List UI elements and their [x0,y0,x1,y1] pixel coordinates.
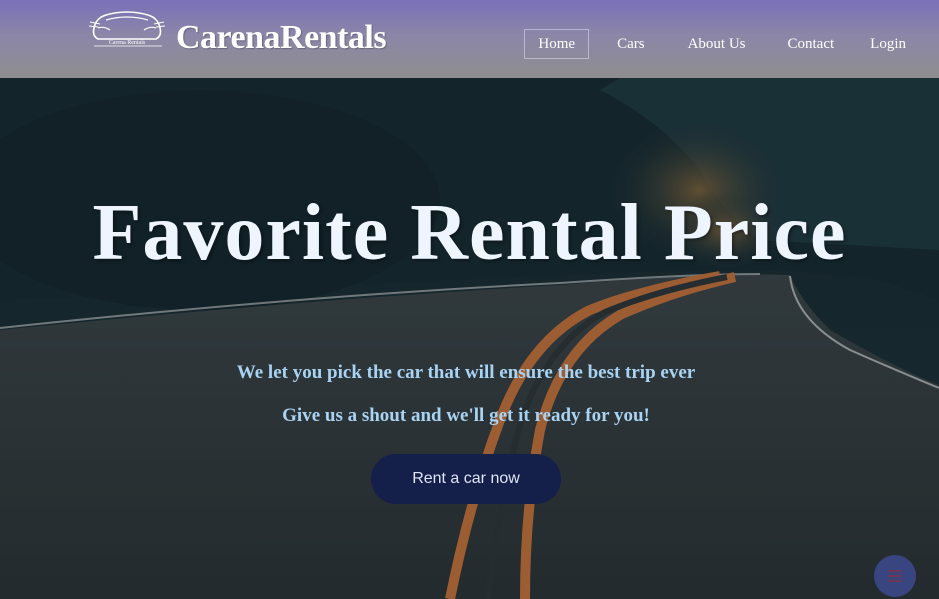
brand-name[interactable]: CarenaRentals [176,18,387,58]
menu-icon [888,570,902,582]
nav-item-cars[interactable]: Cars [603,29,659,59]
nav-item-home[interactable]: Home [524,29,590,59]
svg-text:Carena Rentals: Carena Rentals [109,40,146,46]
page: Carena Rentals CarenaRentals Home Cars A… [0,0,939,599]
floating-menu-button[interactable] [874,555,916,597]
hero-subtitle-2: Give us a shout and we'll get it ready f… [282,405,650,426]
top-navbar: Carena Rentals CarenaRentals Home Cars A… [0,0,939,78]
hero-title: Favorite Rental Price [92,189,847,277]
nav-item-login[interactable]: Login [856,29,920,59]
main-nav: Home Cars About Us Contact Login [524,29,939,59]
nav-item-contact[interactable]: Contact [774,29,849,59]
nav-item-about-us[interactable]: About Us [674,29,760,59]
car-logo-icon[interactable]: Carena Rentals [86,6,168,50]
hero-background-image [0,0,939,599]
rent-a-car-button[interactable]: Rent a car now [371,454,561,504]
hero-subtitle-1: We let you pick the car that will ensure… [236,362,696,383]
